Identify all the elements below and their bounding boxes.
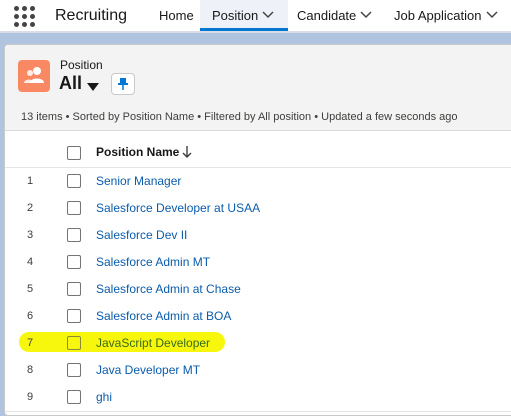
caret-down-icon[interactable] (86, 79, 100, 91)
list-view-card: Position All 13 items • Sorted by Positi… (4, 44, 511, 416)
app-launcher-icon[interactable] (14, 6, 36, 28)
arrow-down-icon (182, 145, 192, 159)
position-name-link[interactable]: Salesforce Admin at BOA (96, 309, 231, 323)
app-name: Recruiting (55, 7, 128, 24)
global-nav-bar: Recruiting Home Position Candidate Job A… (0, 0, 511, 33)
position-name-link[interactable]: JavaScript Developer (96, 336, 210, 350)
position-name-link[interactable]: Salesforce Admin at Chase (96, 282, 241, 296)
nav-tab-job-application-label: Job Application (394, 8, 482, 23)
pin-icon (118, 78, 128, 90)
table-row: 4 Salesforce Admin MT (5, 249, 511, 277)
select-all-checkbox[interactable] (67, 146, 81, 160)
row-checkbox[interactable] (67, 309, 81, 323)
chevron-down-icon[interactable] (360, 11, 372, 19)
nav-tab-candidate[interactable]: Candidate (288, 0, 383, 31)
table-row: 9 ghi (5, 384, 511, 412)
list-view-name[interactable]: All (59, 73, 82, 94)
position-name-link[interactable]: Salesforce Dev II (96, 228, 187, 242)
nav-tab-position[interactable]: Position (200, 0, 288, 31)
row-checkbox[interactable] (67, 363, 81, 377)
row-number: 7 (27, 337, 34, 349)
row-number: 6 (27, 310, 34, 322)
row-number: 2 (27, 202, 34, 214)
table-row: 3 Salesforce Dev II (5, 222, 511, 250)
row-number: 5 (27, 283, 34, 295)
row-number: 8 (27, 364, 34, 376)
row-checkbox[interactable] (67, 228, 81, 242)
position-name-link[interactable]: Java Developer MT (96, 363, 200, 377)
row-number: 9 (27, 391, 34, 403)
position-name-link[interactable]: Salesforce Developer at USAA (96, 201, 260, 215)
row-checkbox[interactable] (67, 336, 81, 350)
object-label: Position (60, 58, 103, 72)
table-row: 6 Salesforce Admin at BOA (5, 303, 511, 331)
chevron-down-icon[interactable] (262, 11, 274, 19)
nav-tab-home-label: Home (159, 8, 194, 23)
row-number: 1 (27, 175, 34, 187)
position-object-icon (18, 60, 50, 92)
row-number: 3 (27, 229, 34, 241)
nav-tab-job-application[interactable]: Job Application (383, 0, 511, 31)
table-row: 5 Salesforce Admin at Chase (5, 276, 511, 304)
row-checkbox[interactable] (67, 282, 81, 296)
table-row: 8 Java Developer MT (5, 357, 511, 385)
nav-tab-candidate-label: Candidate (297, 8, 357, 23)
row-number: 4 (27, 256, 34, 268)
row-checkbox[interactable] (67, 255, 81, 269)
position-name-link[interactable]: Salesforce Admin MT (96, 255, 210, 269)
row-checkbox[interactable] (67, 174, 81, 188)
pin-list-view-button[interactable] (111, 73, 135, 95)
column-header-position-name[interactable]: Position Name (96, 145, 179, 159)
row-checkbox[interactable] (67, 201, 81, 215)
list-view-header: Position All 13 items • Sorted by Positi… (5, 45, 511, 131)
nav-tab-home[interactable]: Home (150, 0, 200, 31)
position-name-link[interactable]: Senior Manager (96, 174, 181, 188)
chevron-down-icon[interactable] (486, 11, 498, 19)
table-row-highlighted: 7 JavaScript Developer (5, 330, 511, 358)
table-row: 2 Salesforce Developer at USAA (5, 195, 511, 223)
table-header: Position Name (5, 137, 511, 168)
nav-tab-position-label: Position (212, 8, 259, 23)
list-view-info: 13 items • Sorted by Position Name • Fil… (21, 111, 458, 123)
table-row: 1 Senior Manager (5, 168, 511, 196)
